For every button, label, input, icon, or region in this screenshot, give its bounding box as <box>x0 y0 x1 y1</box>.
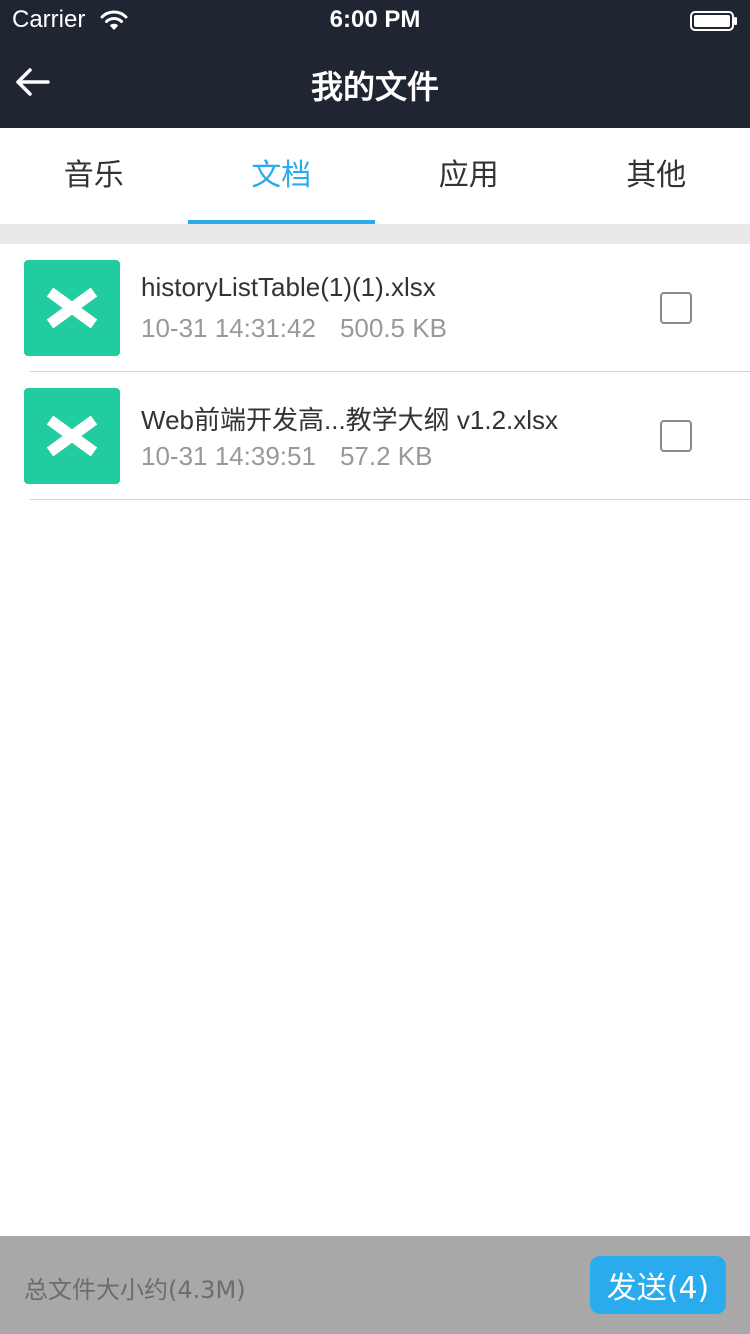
tab-other[interactable]: 其他 <box>563 128 750 224</box>
file-date: 10-31 14:39:51 <box>141 441 316 471</box>
send-button[interactable]: 发送(4) <box>590 1256 726 1314</box>
file-size: 57.2 KB <box>339 441 433 471</box>
file-meta: 10-31 14:31:42 500.5 KB <box>141 313 447 344</box>
tab-bar: 音乐 文档 应用 其他 <box>0 128 750 224</box>
section-divider <box>0 224 750 244</box>
list-item[interactable]: historyListTable(1)(1).xlsx 10-31 14:31:… <box>0 244 750 372</box>
list-item[interactable]: Web前端开发高...教学大纲 v1.2.xlsx 10-31 14:39:51… <box>0 372 750 500</box>
file-date: 10-31 14:31:42 <box>141 313 316 343</box>
page-title: 我的文件 <box>310 68 439 106</box>
header: Carrier 6:00 PM 我的文件 <box>0 0 750 128</box>
status-bar: Carrier 6:00 PM <box>0 0 750 40</box>
file-list: historyListTable(1)(1).xlsx 10-31 14:31:… <box>0 244 750 500</box>
select-checkbox[interactable] <box>660 292 692 324</box>
row-divider <box>30 499 750 500</box>
file-meta: 10-31 14:39:51 57.2 KB <box>141 441 432 472</box>
excel-file-icon <box>24 388 120 484</box>
excel-file-icon <box>24 260 120 356</box>
tab-apps[interactable]: 应用 <box>375 128 563 224</box>
tab-music[interactable]: 音乐 <box>0 128 188 224</box>
status-time: 6:00 PM <box>329 6 421 33</box>
file-size: 500.5 KB <box>339 313 447 343</box>
total-size-label: 总文件大小约(4.3M) <box>24 1276 246 1304</box>
file-name: historyListTable(1)(1).xlsx <box>141 272 436 302</box>
battery-icon <box>690 11 738 31</box>
select-checkbox[interactable] <box>660 420 692 452</box>
tab-documents[interactable]: 文档 <box>187 128 376 224</box>
screen: Carrier 6:00 PM 我的文件 音乐 文档 应用 其他 history… <box>0 0 750 1334</box>
file-name: Web前端开发高...教学大纲 v1.2.xlsx <box>141 405 559 435</box>
nav-bar: 我的文件 <box>0 40 750 128</box>
bottom-bar: 总文件大小约(4.3M) 发送(4) <box>0 1236 750 1334</box>
